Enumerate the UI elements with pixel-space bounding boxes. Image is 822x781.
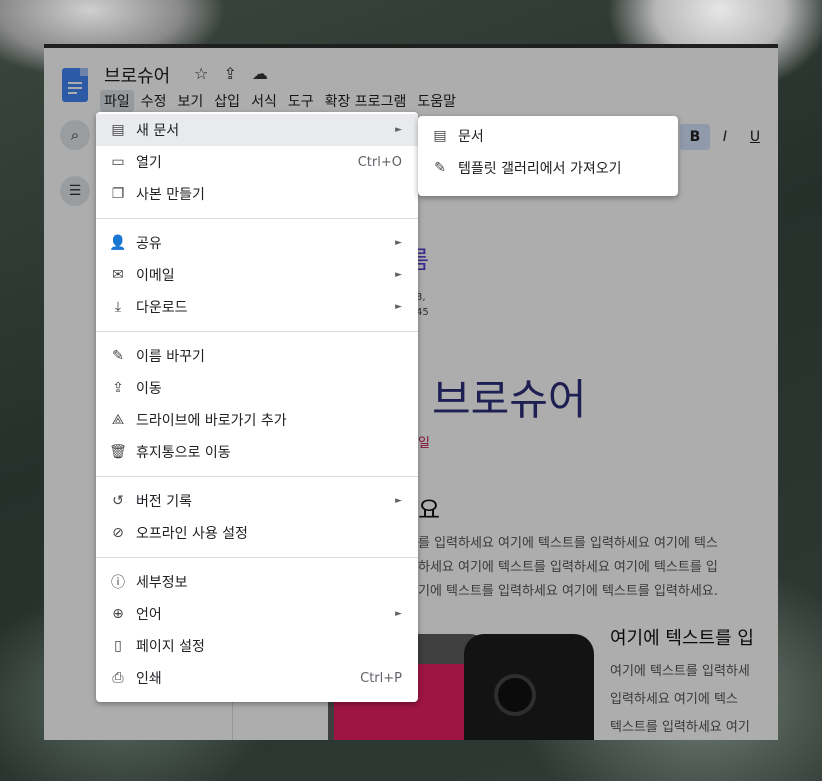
menu-separator <box>96 557 418 558</box>
menu-item-label: 다운로드 <box>136 300 188 316</box>
history-icon: ↺ <box>112 493 124 509</box>
menu-item-label: 버전 기록 <box>136 494 192 510</box>
menu-item-label: 공유 <box>136 236 162 252</box>
submenu-arrow-icon: ► <box>395 609 402 619</box>
menu-item[interactable]: ⊘ 오프라인 사용 설정 <box>96 517 418 549</box>
menu-item[interactable]: 👤 공유 ► <box>96 227 418 259</box>
menu-item[interactable]: ▭ 열기 Ctrl+O <box>96 146 418 178</box>
menu-item-label: 템플릿 갤러리에서 가져오기 <box>458 161 622 177</box>
share-person-icon: 👤 <box>109 235 127 251</box>
new-doc-icon: ▤ <box>111 122 125 138</box>
menu-item[interactable]: ▯ 페이지 설정 <box>96 630 418 662</box>
menu-item-label: 휴지통으로 이동 <box>136 445 231 461</box>
menu-item[interactable]: ⤓ 다운로드 ► <box>96 291 418 323</box>
menu-item-label: 페이지 설정 <box>136 639 205 655</box>
globe-icon: ⊕ <box>112 606 124 622</box>
mail-icon: ✉ <box>112 267 124 283</box>
download-icon: ⤓ <box>114 299 122 315</box>
menu-item-label: 열기 <box>136 155 162 171</box>
menu-item-label: 이동 <box>136 381 162 397</box>
submenu-arrow-icon: ► <box>395 496 402 506</box>
trash-icon: 🗑 <box>109 444 127 460</box>
info-icon: ⓘ <box>111 575 125 591</box>
menu-item-label: 인쇄 <box>136 671 162 687</box>
menu-item-label: 오프라인 사용 설정 <box>136 526 248 542</box>
template-icon: ✎ <box>434 160 446 176</box>
menu-item[interactable]: 🗑 휴지통으로 이동 <box>96 436 418 468</box>
menu-item[interactable]: ✎ 이름 바꾸기 <box>96 340 418 372</box>
menu-item-label: 세부정보 <box>136 575 188 591</box>
new-document-submenu: ▤ 문서 ✎ 템플릿 갤러리에서 가져오기 <box>418 116 678 196</box>
menu-separator <box>96 331 418 332</box>
folder-open-icon: ▭ <box>111 154 125 170</box>
copy-icon: ❐ <box>111 186 125 202</box>
menu-item[interactable]: ✉ 이메일 ► <box>96 259 418 291</box>
menu-item[interactable]: ⓘ 세부정보 <box>96 566 418 598</box>
page-setup-icon: ▯ <box>114 638 122 654</box>
offline-icon: ⊘ <box>112 525 124 541</box>
menu-item[interactable]: ↺ 버전 기록 ► <box>96 485 418 517</box>
menu-separator <box>96 218 418 219</box>
menu-item[interactable]: ⇪ 이동 <box>96 372 418 404</box>
rename-icon: ✎ <box>112 348 124 364</box>
submenu-arrow-icon: ► <box>395 270 402 280</box>
menu-item[interactable]: ⎙ 인쇄 Ctrl+P <box>96 662 418 694</box>
drive-shortcut-icon: ⟁ <box>111 412 125 428</box>
menu-item-label: 이름 바꾸기 <box>136 349 205 365</box>
shortcut-label: Ctrl+O <box>357 154 402 170</box>
move-folder-icon: ⇪ <box>112 380 124 396</box>
docs-icon: ▤ <box>433 128 447 144</box>
submenu-arrow-icon: ► <box>395 302 402 312</box>
print-icon: ⎙ <box>112 670 124 686</box>
menu-item[interactable]: ✎ 템플릿 갤러리에서 가져오기 <box>418 152 678 184</box>
menu-item[interactable]: ❐ 사본 만들기 <box>96 178 418 210</box>
submenu-arrow-icon: ► <box>395 125 402 135</box>
menu-separator <box>96 476 418 477</box>
submenu-arrow-icon: ► <box>395 238 402 248</box>
menu-item[interactable]: ⊕ 언어 ► <box>96 598 418 630</box>
menu-item[interactable]: ⟁ 드라이브에 바로가기 추가 <box>96 404 418 436</box>
menu-item-label: 드라이브에 바로가기 추가 <box>136 413 287 429</box>
file-menu: ▤ 새 문서 ► ▭ 열기 Ctrl+O ❐ 사본 만들기 👤 공유 ► ✉ 이메일 ► ⤓ 다운로드 ► ✎ 이름… <box>96 112 418 702</box>
shortcut-label: Ctrl+P <box>360 670 402 686</box>
menu-item-label: 언어 <box>136 607 162 623</box>
menu-item[interactable]: ▤ 새 문서 ► <box>96 114 418 146</box>
menu-item[interactable]: ▤ 문서 <box>418 120 678 152</box>
menu-item-label: 새 문서 <box>136 123 180 139</box>
menu-item-label: 이메일 <box>136 268 175 284</box>
menu-item-label: 문서 <box>458 129 484 145</box>
menu-item-label: 사본 만들기 <box>136 187 205 203</box>
